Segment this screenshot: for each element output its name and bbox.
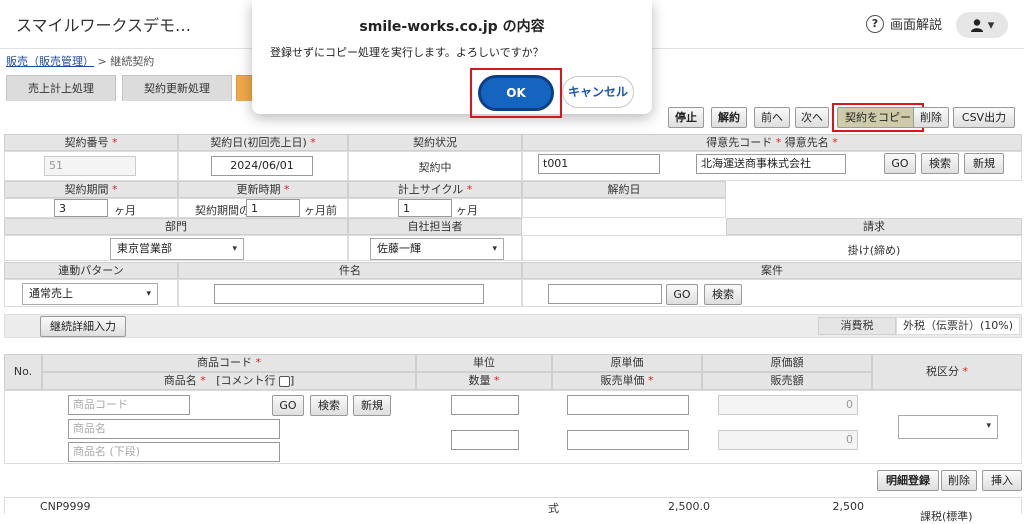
status-value: 契約中 — [418, 161, 452, 174]
copy-contract-button[interactable]: 契約をコピー — [837, 107, 919, 128]
line-row[interactable] — [4, 497, 1022, 514]
sales-amount-header: 販売額 — [702, 372, 872, 390]
cost-amount-field: 0 — [718, 395, 858, 415]
product-code-header: 商品コード * — [42, 354, 416, 372]
dept-select[interactable]: 東京営業部 — [110, 238, 244, 260]
renewal-unit: ヶ月前 — [304, 204, 337, 217]
product-name-input[interactable]: 商品名 — [68, 419, 280, 439]
line-delete-button[interactable]: 削除 — [941, 470, 977, 491]
customer-code-field[interactable]: t001 — [538, 154, 660, 174]
subject-field[interactable] — [214, 284, 484, 304]
billing-header: 請求 — [726, 218, 1022, 235]
tax-class-select[interactable] — [898, 415, 998, 439]
tab-sales-posting[interactable]: 売上計上処理 — [6, 75, 116, 101]
cost-amount-header: 原価額 — [702, 354, 872, 372]
product-new-button[interactable]: 新規 — [353, 395, 391, 416]
csv-export-button[interactable]: CSV出力 — [953, 107, 1015, 128]
dialog-message: 登録せずにコピー処理を実行します。よろしいですか？ — [270, 46, 544, 59]
product-name-lower-input[interactable]: 商品名 (下段) — [68, 442, 280, 462]
renewal-field[interactable]: 1 — [246, 199, 300, 217]
cycle-header: 計上サイクル * — [348, 181, 522, 198]
line-product-code: CNP9999 — [40, 500, 91, 513]
delete-button[interactable]: 削除 — [913, 107, 949, 128]
tax-label: 消費税 — [818, 317, 896, 335]
dialog-ok-button[interactable]: OK — [478, 75, 554, 111]
user-menu-button[interactable]: ▾ — [956, 12, 1008, 38]
qty-header: 数量 * — [416, 372, 552, 390]
chevron-down-icon: ▾ — [987, 17, 995, 33]
prev-button[interactable]: 前へ — [754, 107, 790, 128]
project-field[interactable] — [548, 284, 662, 304]
user-icon — [970, 19, 983, 32]
breadcrumb-link-sales[interactable]: 販売（販売管理） — [6, 55, 94, 68]
dept-header: 部門 — [4, 218, 348, 235]
period-header: 契約期間 * — [4, 181, 178, 198]
cost-input[interactable] — [567, 395, 689, 415]
customer-name-field[interactable]: 北海運送商事株式会社 — [696, 154, 846, 174]
comment-row-checkbox[interactable] — [279, 375, 290, 387]
confirm-dialog: smile-works.co.jp の内容 登録せずにコピー処理を実行します。よ… — [252, 0, 652, 118]
renewal-header: 更新時期 * — [178, 181, 348, 198]
line-cost-amount: 2,500 — [832, 500, 865, 513]
product-go-button[interactable]: GO — [272, 395, 304, 416]
customer-new-button[interactable]: 新規 — [964, 153, 1004, 174]
project-go-button[interactable]: GO — [666, 284, 698, 305]
breadcrumb-current: 継続契約 — [110, 55, 155, 68]
help-label: 画面解説 — [890, 18, 943, 33]
cancel-date-header: 解約日 — [522, 181, 726, 198]
cycle-field[interactable]: 1 — [398, 199, 452, 217]
renewal-prefix: 契約期間の — [195, 204, 250, 217]
tab-contract-renewal[interactable]: 契約更新処理 — [122, 75, 232, 101]
cancel-date-cell[interactable] — [522, 198, 726, 218]
project-header: 案件 — [522, 262, 1022, 279]
customer-header: 得意先コード * 得意先名 * — [522, 134, 1022, 151]
next-button[interactable]: 次へ — [795, 107, 829, 128]
line-tax-class: 課税(標準) — [920, 510, 973, 523]
contract-date-field[interactable]: 2024/06/01 — [211, 156, 313, 176]
pattern-select[interactable]: 通常売上 — [22, 283, 158, 305]
billing-value: 掛け(締め) — [847, 244, 901, 257]
contract-no-field: 51 — [44, 156, 136, 176]
customer-search-button[interactable]: 検索 — [921, 153, 959, 174]
breadcrumb: 販売（販売管理） > 継続契約 — [6, 53, 154, 69]
line-no-header: No. — [4, 354, 42, 390]
project-search-button[interactable]: 検索 — [704, 284, 742, 305]
stop-button[interactable]: 停止 — [668, 107, 704, 128]
help-link[interactable]: ? 画面解説 — [866, 14, 942, 33]
period-field[interactable]: 3 — [54, 199, 108, 217]
unit-input[interactable] — [451, 395, 519, 415]
qty-input[interactable] — [451, 430, 519, 450]
question-icon: ? — [866, 14, 884, 33]
tax-value: 外税（伝票計）(10%) — [896, 317, 1020, 335]
staff-header: 自社担当者 — [348, 218, 522, 235]
breadcrumb-separator: > — [97, 55, 107, 68]
staff-select[interactable]: 佐藤一輝 — [370, 238, 504, 260]
cycle-unit: ヶ月 — [456, 204, 478, 217]
price-input[interactable] — [567, 430, 689, 450]
line-register-button[interactable]: 明細登録 — [877, 470, 939, 491]
line-insert-button[interactable]: 挿入 — [982, 470, 1022, 491]
product-name-header: 商品名 * [コメント行 ] — [42, 372, 416, 390]
pattern-header: 連動パターン — [4, 262, 178, 279]
product-search-button[interactable]: 検索 — [310, 395, 348, 416]
period-unit: ヶ月 — [114, 204, 136, 217]
status-header: 契約状況 — [348, 134, 522, 151]
unit-header: 単位 — [416, 354, 552, 372]
dialog-title: smile-works.co.jp の内容 — [359, 19, 545, 35]
product-code-input[interactable]: 商品コード — [68, 395, 190, 415]
cancel-contract-button[interactable]: 解約 — [711, 107, 747, 128]
app-title[interactable]: スマイルワークスデモ… — [16, 12, 191, 36]
contract-date-header: 契約日(初回売上日) * — [178, 134, 348, 151]
contract-no-header: 契約番号 * — [4, 134, 178, 151]
continuous-detail-button[interactable]: 継続詳細入力 — [40, 316, 126, 337]
dialog-cancel-button[interactable]: キャンセル — [562, 76, 634, 108]
customer-go-button[interactable]: GO — [884, 153, 916, 174]
line-cost: 2,500.0 — [668, 500, 710, 513]
cost-header: 原単価 — [552, 354, 702, 372]
subject-header: 件名 — [178, 262, 522, 279]
sales-amount-field: 0 — [718, 430, 858, 450]
tax-class-header: 税区分 * — [872, 354, 1022, 390]
price-header: 販売単価 * — [552, 372, 702, 390]
